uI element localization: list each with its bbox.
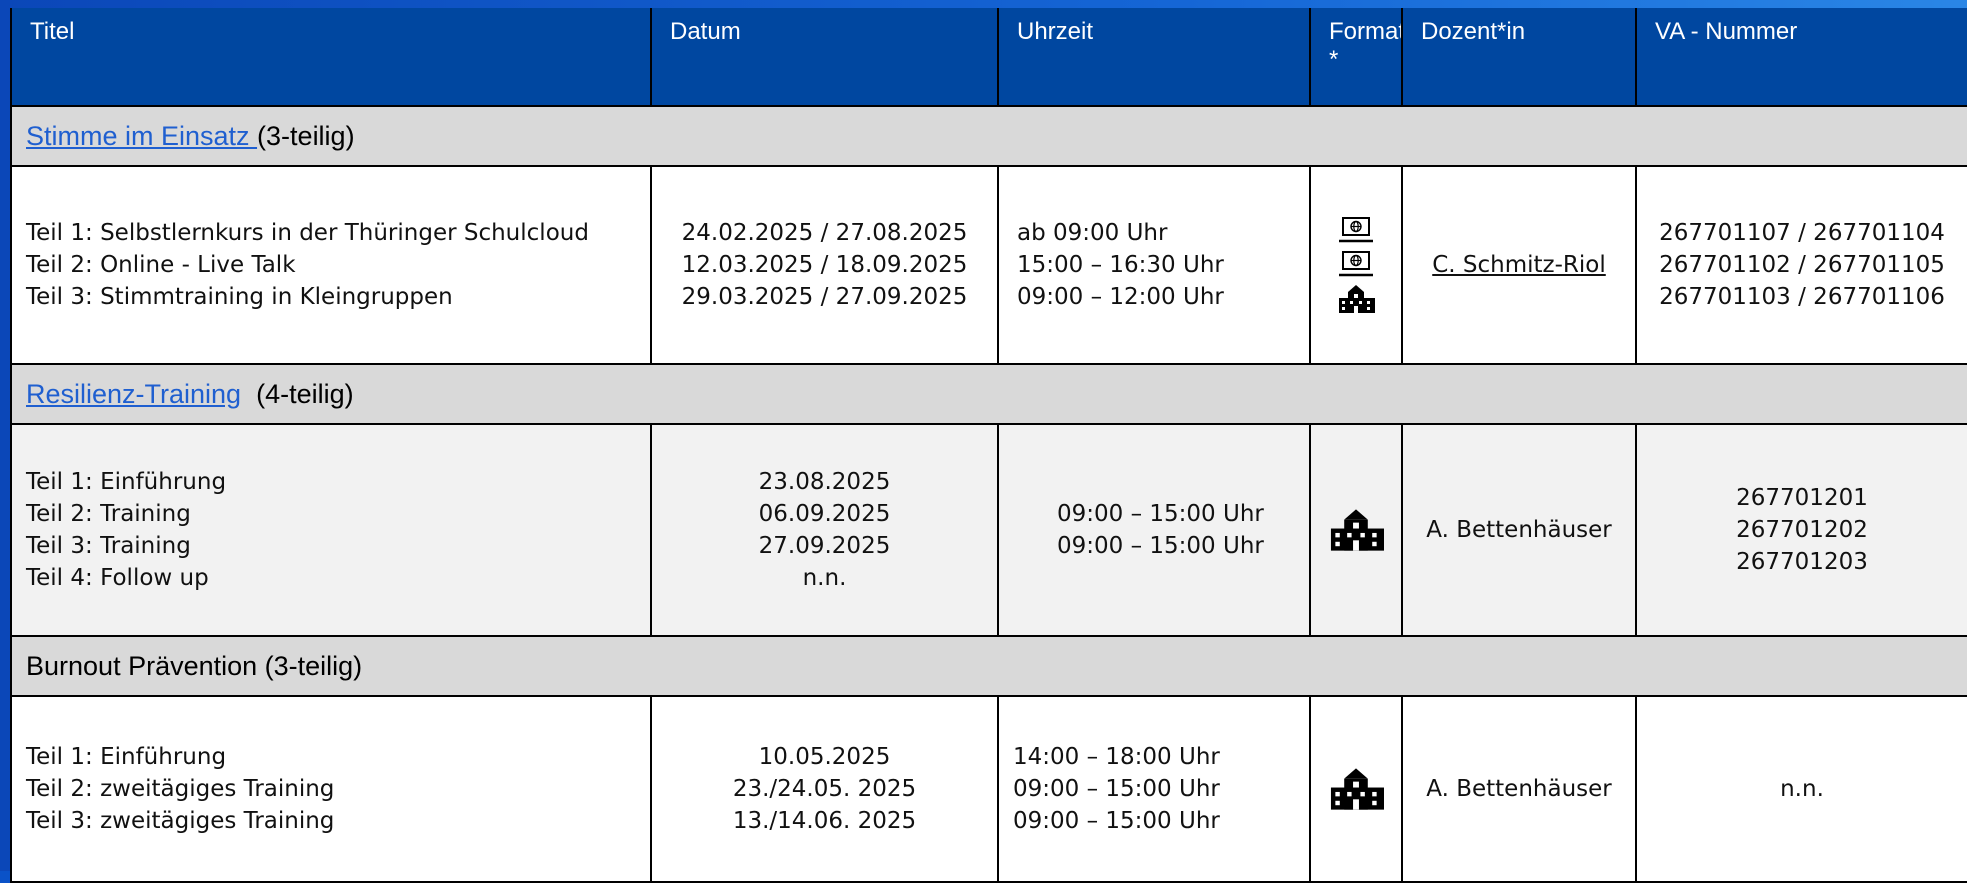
va-number: 267701203 [1736, 549, 1868, 575]
course-schedule-table: Titel Datum Uhrzeit Format * Dozent*in V… [10, 8, 1967, 883]
header-dozent: Dozent*in [1401, 8, 1637, 107]
teil-label: Teil 2: Training [26, 501, 191, 527]
date-value: 27.09.2025 [758, 533, 891, 559]
cell-titel: Teil 1: Einführung Teil 2: zweitägiges T… [10, 695, 652, 883]
group-title-resilienz: Resilienz-Training (4-teilig) [10, 363, 1967, 425]
laptop-globe-icon [1312, 216, 1400, 246]
va-number: n.n. [1780, 776, 1824, 802]
teil-label: Teil 1: Einführung [26, 469, 227, 495]
teil-label: Teil 1: Einführung [26, 744, 227, 770]
header-datum: Datum [650, 8, 999, 107]
dozent-name: A. Bettenhäuser [1426, 776, 1612, 802]
cell-dozent: C. Schmitz-Riol [1401, 165, 1637, 365]
time-value: 09:00 – 15:00 Uhr [1057, 533, 1264, 559]
table-row: Teil 1: Einführung Teil 2: zweitägiges T… [10, 695, 1967, 883]
teil-label: Teil 2: Online - Live Talk [26, 252, 296, 278]
header-titel: Titel [10, 8, 652, 107]
group-row-burnout: Burnout Prävention (3-teilig) [10, 635, 1967, 697]
teil-label: Teil 2: zweitägiges Training [26, 776, 335, 802]
header-row: Titel Datum Uhrzeit Format * Dozent*in V… [10, 8, 1967, 107]
table-row: Teil 1: Einführung Teil 2: Training Teil… [10, 423, 1967, 637]
teil-label: Teil 3: Stimmtraining in Kleingruppen [26, 284, 453, 310]
header-uhrzeit: Uhrzeit [997, 8, 1311, 107]
laptop-globe-icon [1312, 250, 1400, 280]
time-value: ab 09:00 Uhr [1017, 220, 1168, 246]
date-value: 10.05.2025 [758, 744, 891, 770]
cell-format [1309, 695, 1403, 883]
cell-uhrzeit: 09:00 – 15:00 Uhr 09:00 – 15:00 Uhr [997, 423, 1311, 637]
dozent-name: A. Bettenhäuser [1426, 517, 1612, 543]
time-value: 09:00 – 15:00 Uhr [1013, 808, 1220, 834]
teil-label: Teil 1: Selbstlernkurs in der Thüringer … [26, 220, 589, 246]
cell-datum: 23.08.2025 06.09.2025 27.09.2025 n.n. [650, 423, 999, 637]
cell-uhrzeit: ab 09:00 Uhr 15:00 – 16:30 Uhr 09:00 – 1… [997, 165, 1311, 365]
date-value: 12.03.2025 / 18.09.2025 [681, 252, 968, 278]
time-value: 09:00 – 15:00 Uhr [1013, 776, 1220, 802]
date-value: 06.09.2025 [758, 501, 891, 527]
cell-format [1309, 165, 1403, 365]
time-value: 14:00 – 18:00 Uhr [1013, 744, 1220, 770]
va-number: 267701202 [1736, 517, 1868, 543]
date-value: 29.03.2025 / 27.09.2025 [681, 284, 968, 310]
va-number: 267701103 / 267701106 [1659, 284, 1945, 310]
date-value: 23./24.05. 2025 [732, 776, 917, 802]
cell-titel: Teil 1: Einführung Teil 2: Training Teil… [10, 423, 652, 637]
va-number: 267701107 / 267701104 [1659, 220, 1945, 246]
teil-label: Teil 3: Training [26, 533, 191, 559]
group-suffix-resilienz: (4-teilig) [241, 378, 354, 409]
header-format-asterisk: * [1329, 46, 1339, 73]
time-value: 09:00 – 15:00 Uhr [1057, 501, 1264, 527]
header-va-nummer: VA - Nummer [1635, 8, 1967, 107]
va-number: 267701102 / 267701105 [1659, 252, 1945, 278]
group-title-stimme: Stimme im Einsatz (3-teilig) [10, 105, 1967, 167]
school-building-icon [1312, 766, 1400, 812]
link-resilienz-training[interactable]: Resilienz-Training [26, 379, 241, 409]
cell-uhrzeit: 14:00 – 18:00 Uhr 09:00 – 15:00 Uhr 09:0… [997, 695, 1311, 883]
table-row: Teil 1: Selbstlernkurs in der Thüringer … [10, 165, 1967, 365]
cell-dozent: A. Bettenhäuser [1401, 423, 1637, 637]
dozent-link[interactable]: C. Schmitz-Riol [1432, 252, 1606, 278]
cell-va-nummer: 267701201 267701202 267701203 [1635, 423, 1967, 637]
teil-label: Teil 3: zweitägiges Training [26, 808, 335, 834]
group-row-resilienz: Resilienz-Training (4-teilig) [10, 363, 1967, 425]
cell-dozent: A. Bettenhäuser [1401, 695, 1637, 883]
cell-va-nummer: n.n. [1635, 695, 1967, 883]
cell-format [1309, 423, 1403, 637]
date-value: 13./14.06. 2025 [732, 808, 917, 834]
time-value: 15:00 – 16:30 Uhr [1017, 252, 1224, 278]
date-value: n.n. [802, 565, 847, 591]
teil-label: Teil 4: Follow up [26, 565, 209, 591]
cell-titel: Teil 1: Selbstlernkurs in der Thüringer … [10, 165, 652, 365]
link-stimme-im-einsatz[interactable]: Stimme im Einsatz [26, 121, 257, 151]
group-row-stimme: Stimme im Einsatz (3-teilig) [10, 105, 1967, 167]
header-format: Format * [1309, 8, 1403, 107]
group-suffix-stimme: (3-teilig) [257, 120, 355, 151]
cell-datum: 10.05.2025 23./24.05. 2025 13./14.06. 20… [650, 695, 999, 883]
va-number: 267701201 [1736, 485, 1868, 511]
school-building-icon [1312, 507, 1400, 553]
school-building-icon [1312, 284, 1400, 314]
header-format-label: Format [1329, 18, 1402, 45]
time-value: 09:00 – 12:00 Uhr [1017, 284, 1224, 310]
cell-datum: 24.02.2025 / 27.08.2025 12.03.2025 / 18.… [650, 165, 999, 365]
cell-va-nummer: 267701107 / 267701104 267701102 / 267701… [1635, 165, 1967, 365]
date-value: 24.02.2025 / 27.08.2025 [681, 220, 968, 246]
date-value: 23.08.2025 [758, 469, 891, 495]
group-title-burnout: Burnout Prävention (3-teilig) [10, 635, 1967, 697]
